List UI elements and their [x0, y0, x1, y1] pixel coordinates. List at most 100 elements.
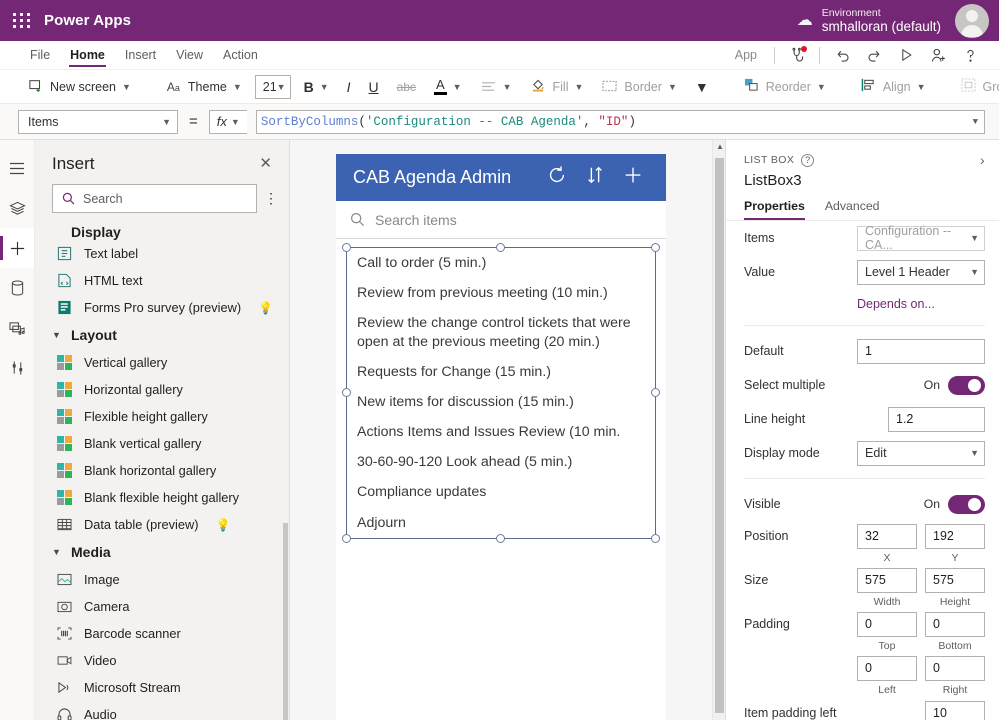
resize-handle-top-right[interactable] [651, 243, 660, 252]
hamburger-menu-icon[interactable] [0, 148, 34, 188]
resize-handle-top-left[interactable] [342, 243, 351, 252]
media-icon[interactable] [0, 308, 34, 348]
insert-item-data-table[interactable]: Data table (preview) 💡 [52, 511, 283, 538]
resize-handle-bottom-right[interactable] [651, 533, 660, 543]
insert-item-blank-horizontal-gallery[interactable]: Blank horizontal gallery [52, 457, 283, 484]
menu-item-file[interactable]: File [20, 41, 60, 69]
align-button[interactable]: ▼ [471, 74, 521, 100]
sort-icon[interactable] [576, 165, 614, 191]
group-header-media[interactable]: ▼ Media [52, 538, 283, 566]
items-select[interactable]: Configuration -- CA... ▼ [857, 224, 985, 252]
theme-button[interactable]: Aa Theme ▼ [156, 74, 251, 100]
app-checker-icon[interactable] [782, 42, 812, 68]
listbox-item[interactable]: Compliance updates [347, 477, 655, 507]
help-circle-icon[interactable]: ? [801, 153, 815, 167]
app-search-input[interactable]: Search items [336, 201, 666, 239]
formula-expand-chevron-icon[interactable]: ▼ [973, 117, 978, 127]
padding-left-input[interactable]: 0 [857, 655, 917, 681]
resize-handle-bottom-center[interactable] [496, 533, 505, 543]
expand-chevron-icon[interactable]: › [980, 152, 985, 168]
menu-item-insert[interactable]: Insert [115, 41, 166, 69]
tree-view-icon[interactable] [0, 188, 34, 228]
more-options-button[interactable]: ▼ [686, 74, 718, 100]
italic-button[interactable]: I [338, 74, 360, 100]
listbox-item[interactable]: Actions Items and Issues Review (10 min. [347, 417, 655, 447]
app-screen-preview[interactable]: CAB Agenda Admin Search items Call to or… [336, 154, 666, 720]
listbox-item[interactable]: New items for discussion (15 min.) [347, 387, 655, 417]
insert-item-audio[interactable]: Audio [52, 701, 283, 720]
tab-properties[interactable]: Properties [744, 199, 805, 220]
menu-item-view[interactable]: View [166, 41, 213, 69]
insert-item-html-text[interactable]: HTML text [52, 267, 283, 294]
insert-item-flexible-height-gallery[interactable]: Flexible height gallery [52, 403, 283, 430]
line-height-input[interactable]: 1.2 [888, 406, 985, 432]
size-width-input[interactable]: 575 [857, 567, 917, 593]
redo-icon[interactable] [859, 42, 889, 68]
listbox-item[interactable]: 30-60-90-120 Look ahead (5 min.) [347, 447, 655, 477]
listbox-control[interactable]: Call to order (5 min.) Review from previ… [342, 243, 660, 543]
resize-handle-top-center[interactable] [496, 243, 505, 252]
insert-item-blank-vertical-gallery[interactable]: Blank vertical gallery [52, 430, 283, 457]
insert-item-image[interactable]: Image [52, 566, 283, 593]
align-menu-button[interactable]: Align ▼ [851, 74, 935, 100]
size-height-input[interactable]: 575 [925, 567, 985, 593]
insert-item-text-label[interactable]: Text label [52, 240, 283, 267]
insert-item-video[interactable]: Video [52, 647, 283, 674]
app-launcher-icon[interactable] [0, 13, 44, 28]
insert-item-barcode-scanner[interactable]: Barcode scanner [52, 620, 283, 647]
select-multiple-toggle[interactable] [948, 375, 985, 395]
new-screen-button[interactable]: New screen ▼ [18, 74, 140, 100]
environment-selector[interactable]: ☁ Environment smhalloran (default) [797, 7, 955, 35]
avatar[interactable] [955, 3, 989, 38]
insert-item-horizontal-gallery[interactable]: Horizontal gallery [52, 376, 283, 403]
resize-handle-middle-right[interactable] [651, 387, 660, 397]
listbox-item[interactable]: Requests for Change (15 min.) [347, 357, 655, 387]
property-select[interactable]: Items ▼ [18, 109, 178, 134]
bold-button[interactable]: B ▼ [295, 74, 338, 100]
app-label[interactable]: App [725, 48, 767, 62]
data-sources-icon[interactable] [0, 268, 34, 308]
insert-item-camera[interactable]: Camera [52, 593, 283, 620]
insert-panel-scrollbar[interactable] [283, 523, 288, 720]
font-color-button[interactable]: A ▼ [425, 74, 471, 100]
fill-button[interactable]: Fill ▼ [521, 74, 593, 100]
refresh-icon[interactable] [538, 164, 576, 192]
fx-button[interactable]: fx ▼ [208, 109, 247, 134]
scrollbar-thumb[interactable] [715, 158, 724, 713]
display-mode-select[interactable]: Edit ▼ [857, 440, 985, 466]
strikethrough-button[interactable]: abc [388, 74, 425, 100]
group-button[interactable]: Group ▼ [951, 74, 999, 100]
canvas-scrollbar[interactable]: ▲ [712, 140, 725, 720]
search-input[interactable]: Search [52, 184, 257, 213]
resize-handle-bottom-left[interactable] [342, 533, 351, 543]
reorder-button[interactable]: Reorder ▼ [734, 74, 835, 100]
insert-add-icon[interactable] [0, 228, 34, 268]
padding-right-input[interactable]: 0 [925, 655, 985, 681]
add-icon[interactable] [614, 164, 652, 192]
resize-handle-middle-left[interactable] [342, 387, 351, 397]
depends-on-link[interactable]: Depends on... [857, 297, 935, 311]
value-select[interactable]: Level 1 Header ▼ [857, 259, 985, 285]
tab-advanced[interactable]: Advanced [825, 199, 880, 220]
insert-item-vertical-gallery[interactable]: Vertical gallery [52, 349, 283, 376]
insert-item-forms-pro-survey[interactable]: Forms Pro survey (preview) 💡 [52, 294, 283, 321]
default-input[interactable]: 1 [857, 338, 985, 364]
underline-button[interactable]: U [360, 74, 388, 100]
formula-input[interactable]: SortByColumns('Configuration -- CAB Agen… [255, 109, 985, 134]
listbox-item[interactable]: Review the change control tickets that w… [347, 308, 655, 356]
share-user-icon[interactable] [923, 42, 953, 68]
close-icon[interactable]: ✕ [255, 154, 276, 173]
menu-item-action[interactable]: Action [213, 41, 268, 69]
more-options-icon[interactable]: ⋮ [261, 190, 281, 207]
group-header-layout[interactable]: ▼ Layout [52, 321, 283, 349]
undo-icon[interactable] [827, 42, 857, 68]
position-x-input[interactable]: 32 [857, 523, 917, 549]
help-icon[interactable] [955, 42, 985, 68]
group-header-display[interactable]: Display [52, 223, 283, 240]
insert-item-blank-flexible-height-gallery[interactable]: Blank flexible height gallery [52, 484, 283, 511]
listbox-item[interactable]: Call to order (5 min.) [347, 248, 655, 278]
insert-item-microsoft-stream[interactable]: Microsoft Stream [52, 674, 283, 701]
font-size-select[interactable]: 21 ▼ [254, 74, 291, 99]
border-button[interactable]: Border ▼ [592, 74, 685, 100]
variables-icon[interactable] [0, 348, 34, 388]
